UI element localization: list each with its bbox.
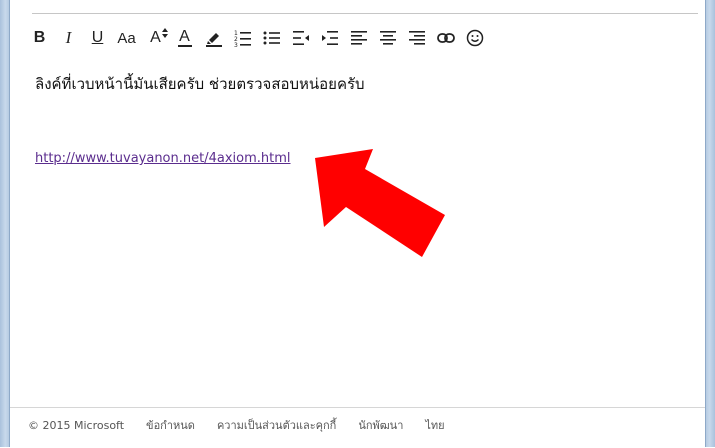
copyright-text: © 2015 Microsoft: [28, 418, 125, 432]
align-right-button[interactable]: [402, 26, 431, 50]
footer-link-language[interactable]: ไทย: [425, 416, 444, 434]
decrease-indent-button[interactable]: [286, 26, 315, 50]
page-footer: © 2015 Microsoft ข้อกำหนด ความเป็นส่วนตั…: [10, 407, 705, 448]
numbered-list-icon: 1 2 3: [234, 30, 251, 47]
insert-link-button[interactable]: [431, 26, 460, 50]
footer-link-privacy[interactable]: ความเป็นส่วนตัวและคุกกี้: [217, 416, 336, 434]
message-link[interactable]: http://www.tuvayanon.net/4axiom.html: [35, 151, 291, 166]
highlight-button[interactable]: [199, 26, 228, 50]
indent-icon: [321, 31, 338, 45]
grow-font-icon: A: [150, 28, 168, 47]
increase-indent-button[interactable]: [315, 26, 344, 50]
window-frame-right: [705, 0, 715, 447]
window-frame-left: [0, 0, 10, 447]
underline-button[interactable]: U: [83, 26, 112, 50]
grow-arrows-icon: [161, 28, 168, 38]
top-divider: [32, 13, 698, 14]
message-body-text: ลิงค์ที่เวบหน้านี้มันเสียครับ ช่วยตรวจสอ…: [35, 75, 365, 93]
outdent-icon: [292, 31, 309, 45]
font-color-letter: A: [179, 28, 190, 45]
align-center-icon: [379, 31, 396, 45]
italic-icon: I: [65, 28, 72, 47]
grow-font-button[interactable]: A: [141, 26, 170, 50]
footer-link-terms[interactable]: ข้อกำหนด: [146, 416, 195, 434]
bold-icon: B: [33, 29, 46, 46]
svg-text:3: 3: [234, 42, 238, 47]
align-right-icon: [408, 31, 425, 45]
red-arrow-icon: [315, 149, 445, 257]
align-left-icon: [350, 31, 367, 45]
font-color-icon: A: [177, 28, 192, 47]
smiley-icon: [466, 29, 483, 47]
align-left-button[interactable]: [344, 26, 373, 50]
italic-button[interactable]: I: [54, 26, 83, 50]
grow-font-letter: A: [150, 29, 161, 46]
align-center-button[interactable]: [373, 26, 402, 50]
numbered-list-button[interactable]: 1 2 3: [228, 26, 257, 50]
underline-icon: U: [91, 29, 104, 46]
bulleted-list-button[interactable]: [257, 26, 286, 50]
highlighter-icon: [205, 33, 222, 47]
formatting-toolbar: B I U Aa A A 1 2 3: [25, 26, 489, 50]
link-icon: [436, 33, 455, 43]
font-color-bar: [177, 45, 192, 47]
emoticon-button[interactable]: [460, 26, 489, 50]
footer-link-developers[interactable]: นักพัฒนา: [358, 416, 403, 434]
font-color-button[interactable]: A: [170, 26, 199, 50]
bulleted-list-icon: [263, 31, 280, 45]
font-size-icon: Aa: [117, 29, 136, 47]
font-size-button[interactable]: Aa: [112, 26, 141, 50]
bold-button[interactable]: B: [25, 26, 54, 50]
